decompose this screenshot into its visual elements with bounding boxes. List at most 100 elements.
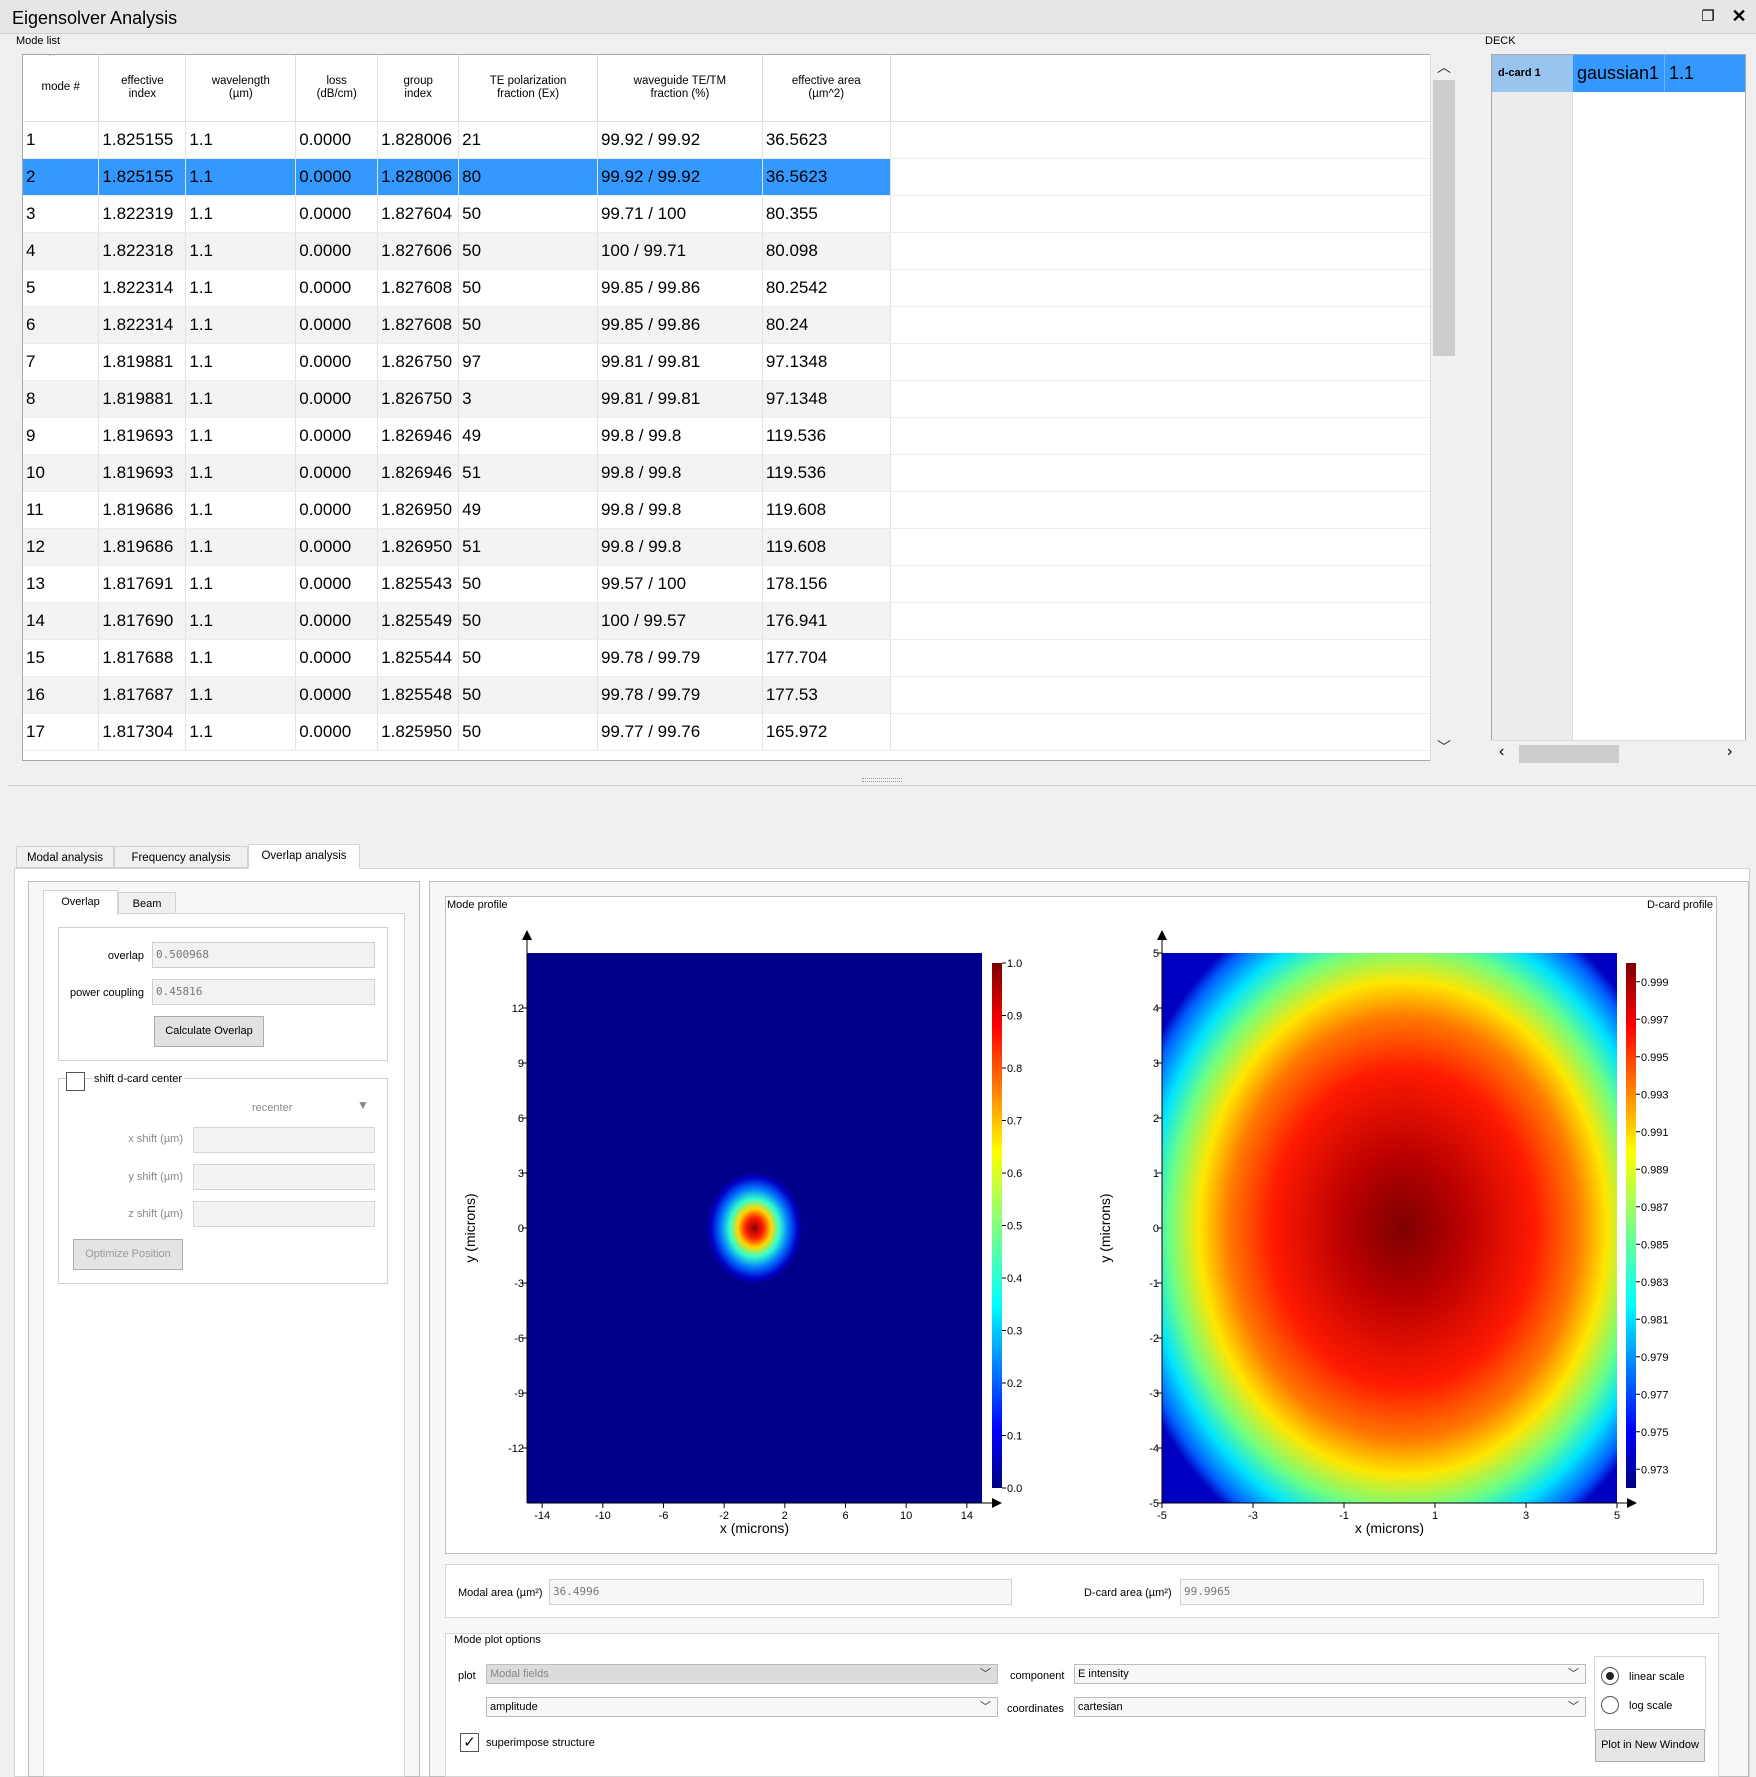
restore-icon[interactable]: ❐	[1700, 9, 1716, 25]
table-row[interactable]: 4 1.822318 1.1 0.0000 1.827606 50 100 / 99.71 8…	[23, 232, 1455, 270]
coordinates-select[interactable]: cartesian ﹀	[1074, 1697, 1586, 1717]
power-coupling-label: power coupling	[70, 987, 144, 999]
plot-new-window-button[interactable]: Plot in New Window	[1595, 1729, 1705, 1762]
table-row[interactable]: 7 1.819881 1.1 0.0000 1.826750 97 99.81 / 99.8…	[23, 343, 1455, 381]
column-header[interactable]: ^ mode #	[23, 55, 100, 122]
close-icon[interactable]: ✕	[1730, 7, 1748, 25]
mode-list-scrollbar[interactable]: ︿ ﹀	[1430, 54, 1456, 761]
colorbar-tick-label: 0.985	[1641, 1239, 1669, 1251]
table-row[interactable]: 10 1.819693 1.1 0.0000 1.826946 51 99.8 / 99.8…	[23, 454, 1455, 492]
y-tick-label: 5	[1153, 948, 1159, 960]
chevron-down-icon[interactable]: ▼	[357, 1098, 369, 1112]
table-cell: 1	[23, 121, 100, 159]
amplitude-select[interactable]: amplitude ﹀	[486, 1697, 998, 1717]
shift-dcard-checkbox[interactable]	[66, 1072, 85, 1091]
deck-card-name[interactable]: gaussian1	[1573, 55, 1665, 92]
scroll-thumb[interactable]	[1433, 80, 1455, 356]
table-row[interactable]: 3 1.822319 1.1 0.0000 1.827604 50 99.71 / 100 8…	[23, 195, 1455, 233]
column-header[interactable]: group index	[377, 55, 460, 122]
table-row[interactable]: 11 1.819686 1.1 0.0000 1.826950 49 99.8 / 99.8…	[23, 491, 1455, 529]
log-scale-radio[interactable]	[1601, 1696, 1619, 1714]
table-row[interactable]: 6 1.822314 1.1 0.0000 1.827608 50 99.85 / 99.8…	[23, 306, 1455, 344]
table-cell-empty	[890, 417, 1455, 455]
splitter-handle[interactable]	[862, 778, 902, 782]
subtab-overlap[interactable]: Overlap	[43, 890, 118, 915]
table-cell: 178.156	[762, 565, 891, 603]
profile-plots[interactable]: Mode profile D-card profile -14 -10 -6 -2 2 6…	[445, 896, 1717, 1554]
linear-scale-radio[interactable]	[1601, 1667, 1619, 1685]
y-shift-field[interactable]	[193, 1164, 375, 1190]
subtab-beam[interactable]: Beam	[118, 892, 176, 914]
table-cell: 36.5623	[762, 158, 891, 196]
component-select[interactable]: E intensity ﹀	[1074, 1664, 1586, 1684]
plot-select[interactable]: Modal fields ﹀	[486, 1664, 998, 1684]
table-cell: 1.1	[185, 158, 297, 196]
table-row[interactable]: 14 1.817690 1.1 0.0000 1.825549 50 100 / 99.57…	[23, 602, 1455, 640]
table-row[interactable]: 12 1.819686 1.1 0.0000 1.826950 51 99.8 / 99.8…	[23, 528, 1455, 566]
column-header[interactable]: wavelength (µm)	[185, 55, 297, 122]
dcard-area-field[interactable]: 99.9965	[1180, 1579, 1704, 1605]
y-tick-label: -4	[1149, 1443, 1159, 1455]
colorbar-tick-label: 0.997	[1641, 1014, 1669, 1026]
x-axis-arrow-icon	[992, 1498, 1002, 1508]
table-row[interactable]: 16 1.817687 1.1 0.0000 1.825548 50 99.78 / 99.…	[23, 676, 1455, 714]
scroll-thumb[interactable]	[1519, 745, 1619, 763]
calculate-overlap-button[interactable]: Calculate Overlap	[154, 1016, 264, 1047]
recenter-select[interactable]: recenter	[252, 1102, 292, 1114]
overlap-label: overlap	[107, 950, 144, 962]
mode-profile-plot[interactable]: -14 -10 -6 -2 2 6 10 14-12-9-6-3036912x (micron…	[462, 930, 1022, 1536]
table-row[interactable]: 13 1.817691 1.1 0.0000 1.825543 50 99.57 / 100…	[23, 565, 1455, 603]
table-cell: 1.817691	[98, 565, 187, 603]
tab-modal-analysis[interactable]: Modal analysis	[16, 846, 114, 868]
table-cell-empty	[890, 528, 1455, 566]
table-row[interactable]: 8 1.819881 1.1 0.0000 1.826750 3 99.81 / 99.81…	[23, 380, 1455, 418]
y-shift-label: y shift (µm)	[128, 1171, 183, 1183]
table-cell: 51	[458, 454, 598, 492]
mode-list-table[interactable]: ^ mode # effective index wavelength (µm) los…	[22, 54, 1456, 761]
column-header[interactable]: effective index	[98, 55, 187, 122]
table-cell: 99.81 / 99.81	[597, 380, 763, 418]
power-coupling-field[interactable]: 0.45816	[152, 979, 375, 1005]
deck-scrollbar[interactable]: ‹ ›	[1491, 740, 1746, 766]
column-header[interactable]: loss (dB/cm)	[295, 55, 379, 122]
scroll-right-icon[interactable]: ›	[1727, 743, 1732, 761]
deck-table[interactable]: d-card 1 gaussian1 1.1	[1491, 54, 1746, 766]
table-row[interactable]: 2 1.825155 1.1 0.0000 1.828006 80 99.92 / 99.9…	[23, 158, 1455, 196]
tab-overlap-analysis[interactable]: Overlap analysis	[248, 844, 360, 869]
table-cell: 1.1	[185, 565, 297, 603]
y-tick-label: 12	[512, 1003, 524, 1015]
x-shift-field[interactable]	[193, 1127, 375, 1153]
z-shift-field[interactable]	[193, 1201, 375, 1227]
table-cell-empty	[890, 380, 1455, 418]
scroll-left-icon[interactable]: ‹	[1499, 743, 1504, 761]
table-row[interactable]: 9 1.819693 1.1 0.0000 1.826946 49 99.8 / 99.8 1…	[23, 417, 1455, 455]
y-tick-label: 4	[1153, 1003, 1159, 1015]
tab-frequency-analysis[interactable]: Frequency analysis	[114, 846, 248, 868]
table-cell: 2	[23, 158, 100, 196]
table-cell-empty	[890, 713, 1455, 751]
column-header[interactable]: waveguide TE/TM fraction (%)	[597, 55, 763, 122]
table-row[interactable]: 17 1.817304 1.1 0.0000 1.825950 50 99.77 / 99.…	[23, 713, 1455, 751]
y-tick-label: -12	[508, 1443, 524, 1455]
table-row[interactable]: 1 1.825155 1.1 0.0000 1.828006 21 99.92 / 99.9…	[23, 121, 1455, 159]
table-cell: 80	[458, 158, 598, 196]
colorbar-tick-label: 0.983	[1641, 1277, 1669, 1289]
deck-card-value[interactable]: 1.1	[1665, 55, 1745, 92]
table-cell: 50	[458, 639, 598, 677]
mode-plot-options: Mode plot options plot Modal fields ﹀ amp…	[445, 1633, 1719, 1777]
column-header[interactable]: TE polarization fraction (Ex)	[458, 55, 598, 122]
optimize-position-button[interactable]: Optimize Position	[73, 1239, 183, 1270]
deck-row[interactable]: d-card 1 gaussian1 1.1	[1492, 55, 1745, 92]
modal-area-field[interactable]: 36.4996	[549, 1579, 1012, 1605]
scroll-up-icon[interactable]: ︿	[1431, 58, 1457, 76]
x-tick-label: -6	[659, 1510, 669, 1522]
superimpose-checkbox[interactable]: ✓	[460, 1733, 479, 1752]
y-tick-label: 1	[1153, 1168, 1159, 1180]
table-row[interactable]: 5 1.822314 1.1 0.0000 1.827608 50 99.85 / 99.8…	[23, 269, 1455, 307]
column-header[interactable]: effective area (µm^2)	[762, 55, 891, 122]
colorbar-tick-label: 0.8	[1007, 1063, 1022, 1075]
overlap-field[interactable]: 0.500968	[152, 942, 375, 968]
scroll-down-icon[interactable]: ﹀	[1431, 738, 1457, 756]
table-row[interactable]: 15 1.817688 1.1 0.0000 1.825544 50 99.78 / 99.…	[23, 639, 1455, 677]
dcard-profile-plot[interactable]: -5 -3 -1 1 3 5 -5 -4 -3 -2 -1 0 1 2 3 4 5 x (microns) y (m…	[1097, 930, 1669, 1536]
